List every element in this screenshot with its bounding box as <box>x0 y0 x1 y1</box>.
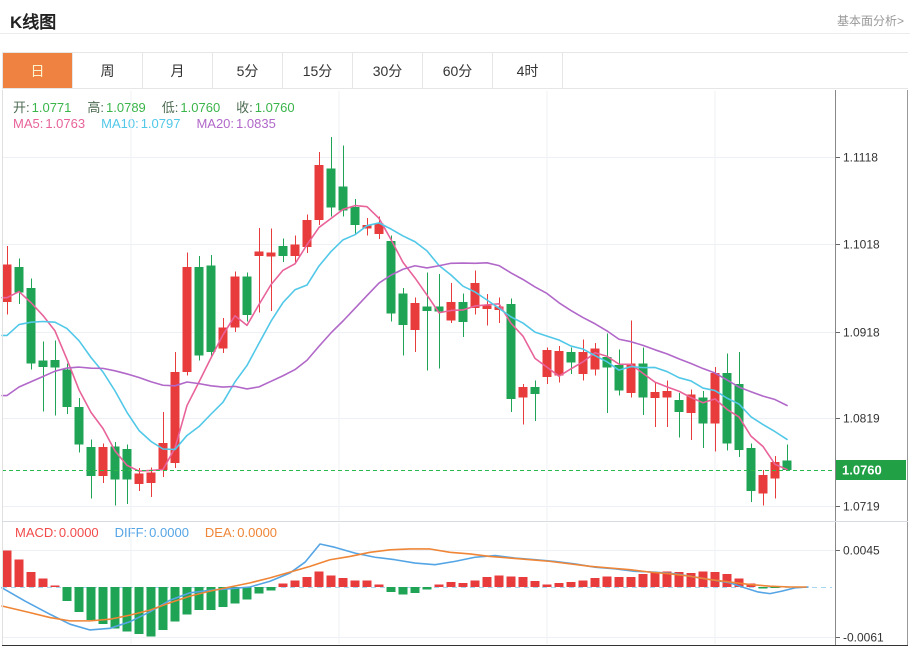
chart-plot-area[interactable] <box>2 90 835 645</box>
candlestick-chart: 1.1118 1.1018 1.0918 1.0819 1.0719 0.0045 -0.0… <box>1 90 908 647</box>
page-title: K线图 <box>10 13 57 32</box>
tab-5min[interactable]: 5分 <box>213 53 283 88</box>
tab-15min[interactable]: 15分 <box>283 53 353 88</box>
price-axis-label: 1.0819 <box>843 412 880 426</box>
macd-axis-label: -0.0061 <box>843 631 884 645</box>
title-divider <box>0 33 910 34</box>
tab-month[interactable]: 月 <box>143 53 213 88</box>
tab-day[interactable]: 日 <box>3 53 73 88</box>
tab-60min[interactable]: 60分 <box>423 53 493 88</box>
tab-week[interactable]: 周 <box>73 53 143 88</box>
kline-page: K线图 基本面分析> 日周月5分15分30分60分4时 开:1.0771 高:1… <box>0 0 910 654</box>
current-price-badge <box>836 460 906 480</box>
tab-4hour[interactable]: 4时 <box>493 53 563 88</box>
price-axis-label: 1.1018 <box>843 238 880 252</box>
price-axis-label: 1.0918 <box>843 326 880 340</box>
price-axis-label: 1.0719 <box>843 500 880 514</box>
tab-30min[interactable]: 30分 <box>353 53 423 88</box>
period-tabbar: 日周月 5分 15分 30分 60分 4时 <box>2 52 908 89</box>
current-price-badge-label: 1.0760 <box>842 463 882 478</box>
fundamental-analysis-link[interactable]: 基本面分析> <box>837 12 904 29</box>
macd-axis-label: 0.0045 <box>843 544 880 558</box>
price-axis-label: 1.1118 <box>843 151 878 165</box>
